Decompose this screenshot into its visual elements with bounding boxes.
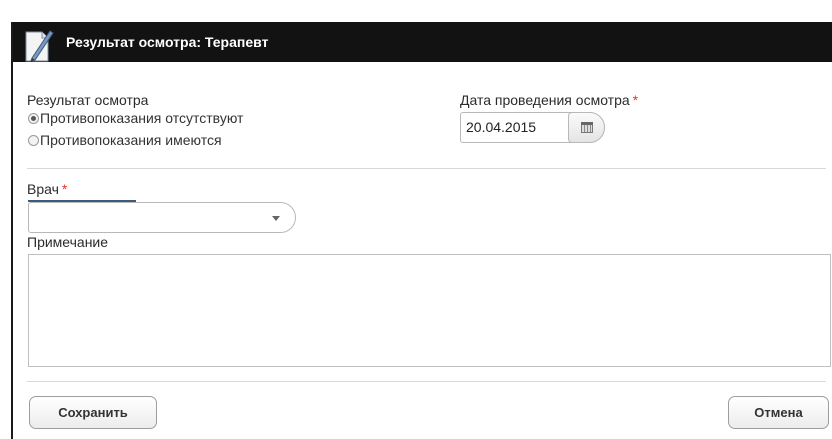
radio-label: Противопоказания имеются xyxy=(40,132,222,148)
radio-option-present[interactable]: Противопоказания имеются xyxy=(28,132,222,148)
doctor-label-text: Врач xyxy=(27,181,59,197)
calendar-icon xyxy=(581,122,593,133)
dialog-title: Результат осмотра: Терапевт xyxy=(66,34,269,50)
divider xyxy=(27,168,826,169)
pen-document-icon xyxy=(23,28,55,64)
required-mark: * xyxy=(61,181,68,197)
radio-button[interactable] xyxy=(28,134,39,146)
date-label: Дата проведения осмотра * xyxy=(460,92,638,108)
date-field[interactable]: 20.04.2015 xyxy=(460,112,605,143)
doctor-label: Врач * xyxy=(27,181,67,197)
save-button[interactable]: Сохранить xyxy=(29,396,157,429)
date-label-text: Дата проведения осмотра xyxy=(460,92,630,108)
doctor-select[interactable] xyxy=(28,202,296,233)
chevron-down-icon[interactable] xyxy=(272,216,280,221)
radio-label: Противопоказания отсутствуют xyxy=(40,110,244,126)
result-label: Результат осмотра xyxy=(27,92,149,108)
required-mark: * xyxy=(632,92,639,108)
radio-button-checked[interactable] xyxy=(28,112,39,124)
cancel-button[interactable]: Отмена xyxy=(728,396,829,429)
note-textarea[interactable] xyxy=(28,254,831,367)
calendar-button[interactable] xyxy=(568,112,605,143)
radio-option-absent[interactable]: Противопоказания отсутствуют xyxy=(28,110,243,126)
divider xyxy=(27,381,826,382)
dialog-window: Результат осмотра: Терапевт Результат ос… xyxy=(11,22,832,439)
dialog-titlebar: Результат осмотра: Терапевт xyxy=(13,22,832,62)
note-label: Примечание xyxy=(27,234,109,250)
date-value[interactable]: 20.04.2015 xyxy=(466,119,536,135)
